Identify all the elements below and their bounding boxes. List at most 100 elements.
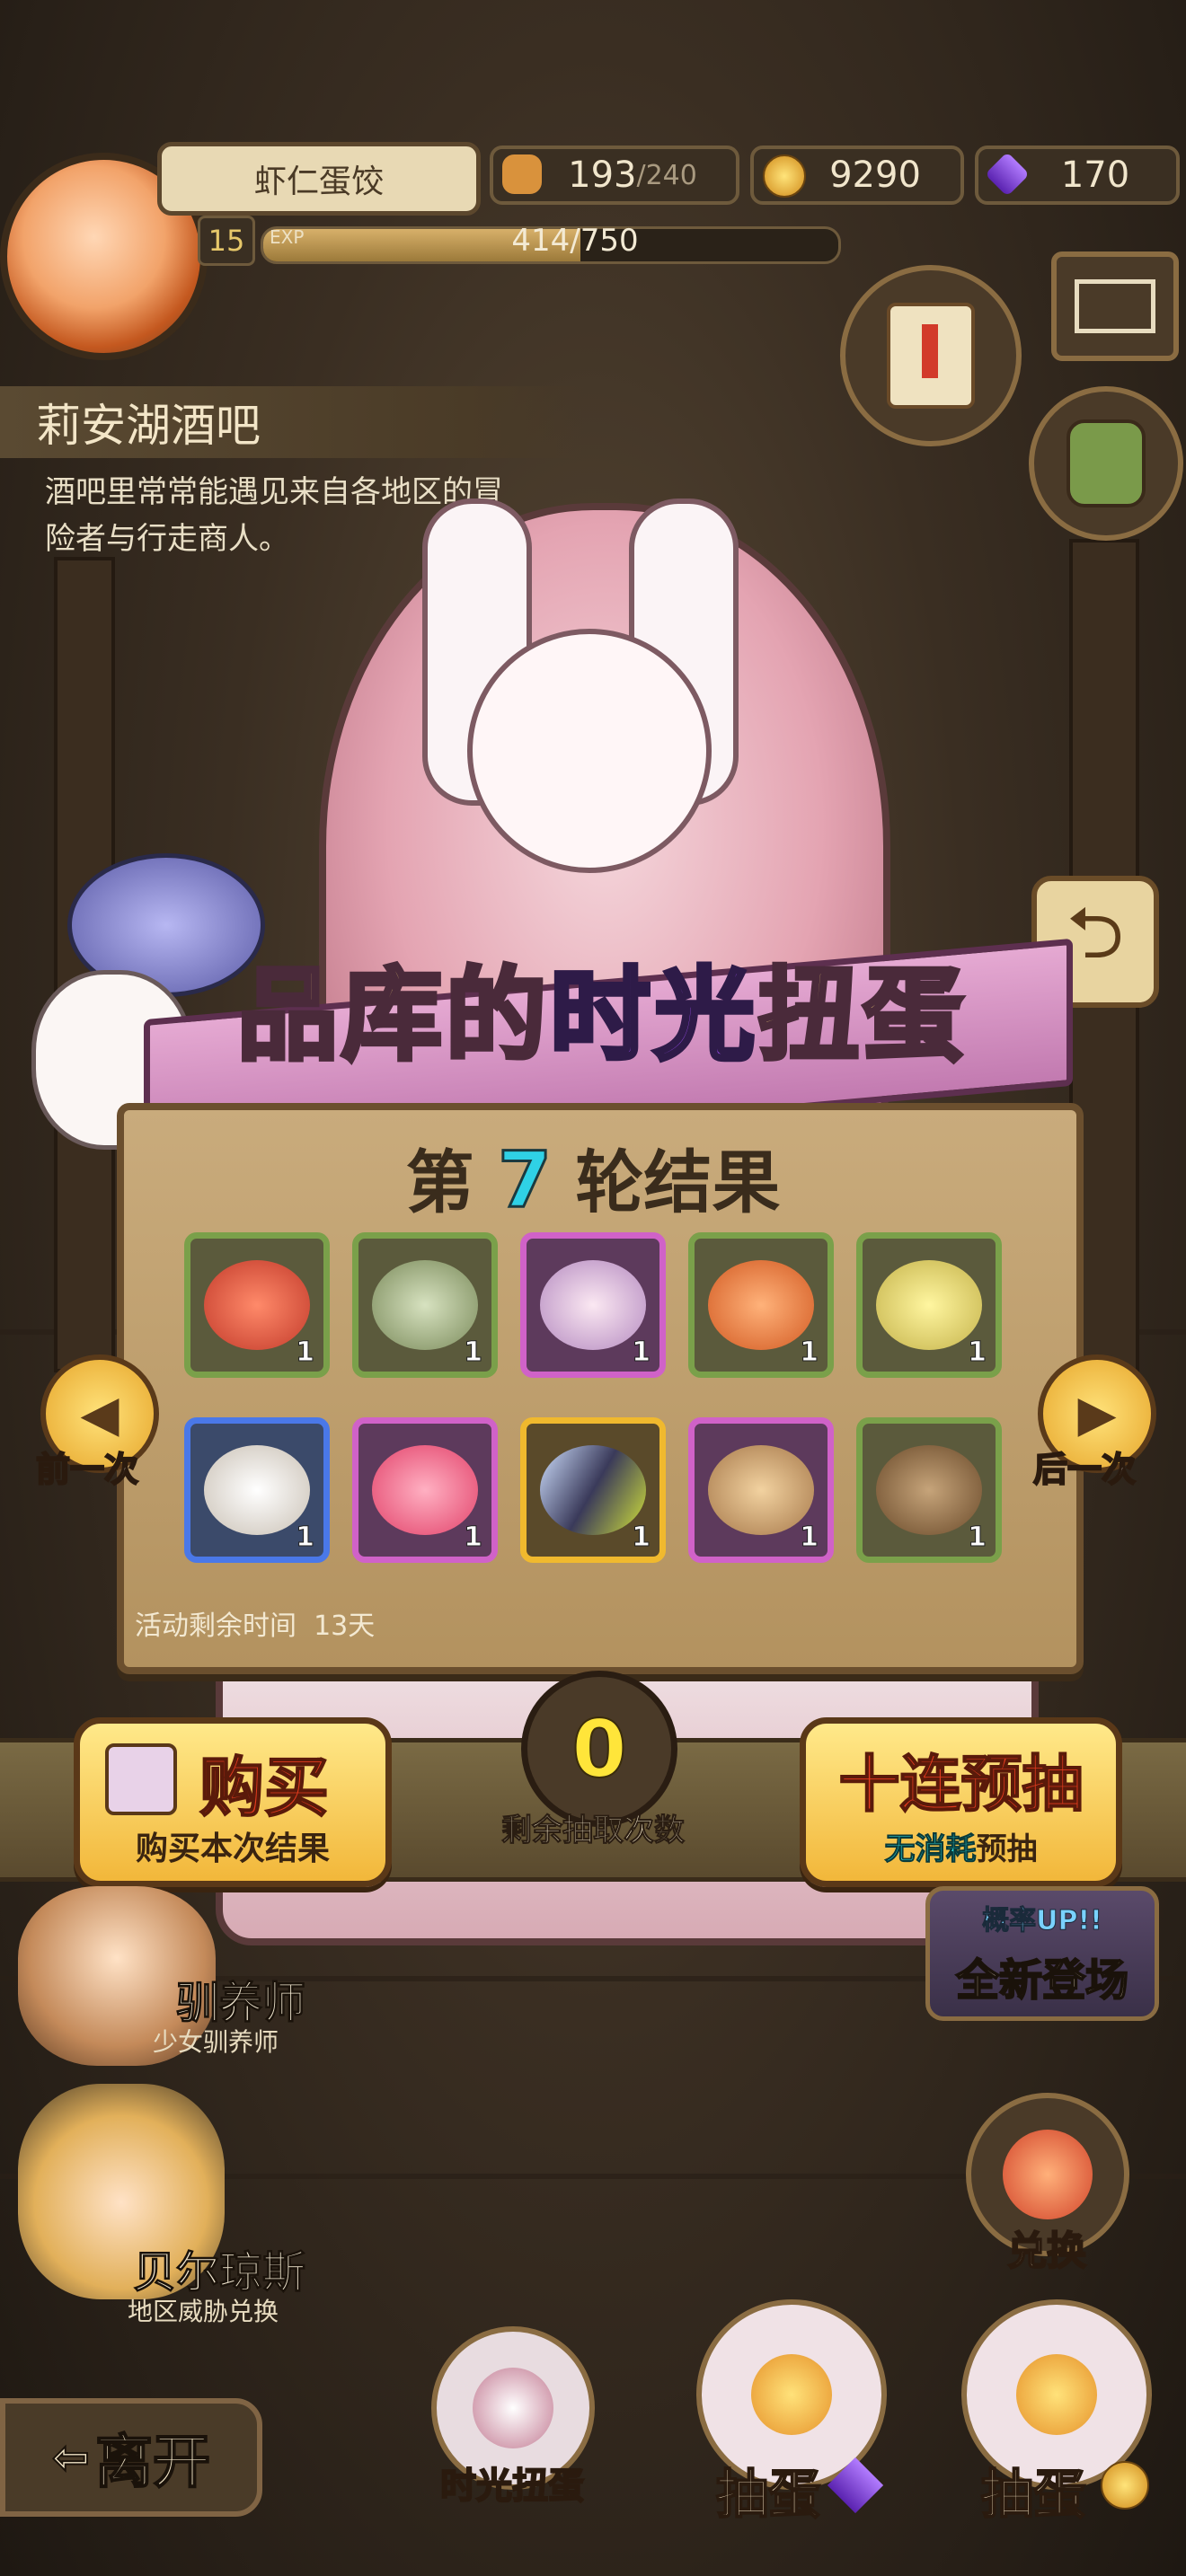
backpack-icon <box>1067 419 1146 507</box>
gem-counter[interactable]: 170 <box>975 146 1180 205</box>
back-arrow-icon: ⇦ <box>51 2430 91 2484</box>
item-qty: 1 <box>296 1337 315 1369</box>
npc-subtitle: 少女驯养师 <box>152 2027 279 2057</box>
item-qty: 1 <box>632 1522 651 1554</box>
preview-subtitle: 无消耗预抽 <box>806 1824 1116 1868</box>
new-arrival-badge[interactable]: 概率UP!! 全新登场 <box>925 1886 1159 2021</box>
result-item[interactable]: 1 <box>352 1417 498 1563</box>
gold-value: 9290 <box>829 154 921 196</box>
clock-icon <box>473 2368 553 2448</box>
item-qty: 1 <box>632 1337 651 1369</box>
mail-button[interactable] <box>1051 251 1179 361</box>
gold-coin-icon <box>763 154 806 198</box>
round-prefix: 第 <box>405 1142 474 1222</box>
bread-icon <box>502 154 542 194</box>
item-qty: 1 <box>296 1522 315 1554</box>
backpack-button[interactable] <box>1029 386 1183 541</box>
green-egg-icon <box>372 1260 478 1350</box>
gacha-title-part: 扭蛋 <box>757 956 967 1077</box>
location-desc-line: 酒吧里常常能遇见来自各地区的冒 <box>45 474 503 510</box>
return-arrow-icon: ⮌ <box>1066 890 1125 975</box>
exchange-label: 兑换 <box>1006 2228 1087 2275</box>
gold-coin-icon <box>1101 2461 1149 2510</box>
gold-counter[interactable]: 9290 <box>750 146 964 205</box>
bat-egg-icon <box>540 1260 646 1350</box>
npc-name: 驯养师 <box>175 1978 305 2029</box>
event-time-value: 13天 <box>314 1610 376 1642</box>
draw-egg-label: 抽蛋 <box>715 2463 821 2526</box>
exp-label: EXP <box>270 226 305 248</box>
orange-creature-icon <box>708 1260 814 1350</box>
event-time-label: 活动剩余时间 <box>135 1610 296 1642</box>
item-qty: 1 <box>968 1337 987 1369</box>
result-item[interactable]: 1 <box>856 1232 1002 1378</box>
location-title: 莉安湖酒吧 <box>0 386 584 458</box>
flower-creature-icon <box>708 1445 814 1535</box>
gacha-title: 品库的时光扭蛋 <box>189 934 1015 1080</box>
red-crab-icon <box>204 1260 310 1350</box>
round-title: 第 7 轮结果 <box>117 1127 1069 1227</box>
remaining-draws-counter: 0 <box>521 1671 677 1827</box>
round-suffix: 轮结果 <box>575 1142 781 1222</box>
stamina-counter[interactable]: 193/240 <box>490 146 739 205</box>
npc-entry-trainer[interactable]: 驯养师 少女驯养师 <box>0 1886 306 2066</box>
stamina-value: 193 <box>568 154 637 196</box>
draw-egg-label: 抽蛋 <box>980 2463 1086 2526</box>
item-qty: 1 <box>464 1522 483 1554</box>
yellow-egg-icon <box>876 1260 982 1350</box>
npc-name: 贝尔琼斯 <box>132 2247 305 2298</box>
ten-pull-preview-button[interactable]: 十连预抽 无消耗预抽 <box>800 1717 1122 1887</box>
prev-round-label: 前一次 <box>35 1449 139 1490</box>
scroll-icon <box>887 303 975 409</box>
result-item[interactable]: 1 <box>352 1232 498 1378</box>
result-item[interactable]: 1 <box>520 1232 666 1378</box>
envelope-icon <box>1075 279 1155 333</box>
player-name: 虾仁蛋饺 <box>157 142 481 216</box>
item-qty: 1 <box>968 1522 987 1554</box>
result-item[interactable]: 1 <box>184 1417 330 1563</box>
player-level: 15 <box>198 216 255 266</box>
item-qty: 1 <box>800 1522 819 1554</box>
gem-value: 170 <box>1060 154 1130 196</box>
golden-egg-icon <box>1016 2354 1097 2435</box>
new-arrival-label: 全新登场 <box>955 1954 1129 2007</box>
wooden-egg-icon <box>876 1445 982 1535</box>
wool-horn-icon <box>204 1445 310 1535</box>
result-item[interactable]: 1 <box>184 1232 330 1378</box>
exchange-icon <box>1003 2130 1093 2219</box>
item-qty: 1 <box>464 1337 483 1369</box>
leave-label: 离开 <box>94 2429 211 2497</box>
next-round-label: 后一次 <box>1032 1449 1137 1490</box>
item-qty: 1 <box>800 1337 819 1369</box>
buy-title: 购买 <box>199 1749 330 1826</box>
purple-gem-icon <box>985 152 1030 197</box>
preview-sub-text: 预抽 <box>976 1831 1038 1867</box>
moth-wing-icon <box>540 1445 646 1535</box>
buy-result-button[interactable]: 购买 购买本次结果 <box>74 1717 392 1887</box>
right-arrow-icon: ▶ <box>1077 1384 1117 1443</box>
rate-up-label: 概率UP!! <box>982 1905 1103 1937</box>
left-arrow-icon: ◀ <box>80 1384 119 1443</box>
quest-scroll-button[interactable] <box>840 265 1022 446</box>
leave-button[interactable]: ⇦ 离开 <box>0 2398 262 2517</box>
jelly-crown-icon <box>372 1445 478 1535</box>
npc-entry-bellejones[interactable]: 贝尔琼斯 地区威胁兑换 <box>0 2084 306 2335</box>
gacha-title-highlight: 时光 <box>548 956 758 1077</box>
preview-sub-highlight: 无消耗 <box>884 1831 977 1868</box>
golden-egg-icon <box>751 2354 832 2435</box>
bunny-mascot <box>467 629 712 873</box>
result-item[interactable]: 1 <box>688 1417 834 1563</box>
remaining-draws-label: 剩余抽取次数 <box>501 1813 686 1849</box>
result-item[interactable]: 1 <box>520 1417 666 1563</box>
stamina-max: /240 <box>636 159 697 191</box>
preview-title: 十连预抽 <box>837 1749 1084 1822</box>
gacha-title-part: 品库的 <box>235 956 550 1077</box>
event-time-remaining: 活动剩余时间 13天 <box>135 1603 494 1643</box>
time-gacha-label: 时光扭蛋 <box>439 2465 585 2508</box>
npc-subtitle: 地区威胁兑换 <box>127 2297 279 2326</box>
exp-value: 414/750 <box>511 223 639 259</box>
result-item[interactable]: 1 <box>856 1417 1002 1563</box>
buy-subtitle: 购买本次结果 <box>135 1831 330 1867</box>
round-number: 7 <box>497 1134 553 1227</box>
result-item[interactable]: 1 <box>688 1232 834 1378</box>
